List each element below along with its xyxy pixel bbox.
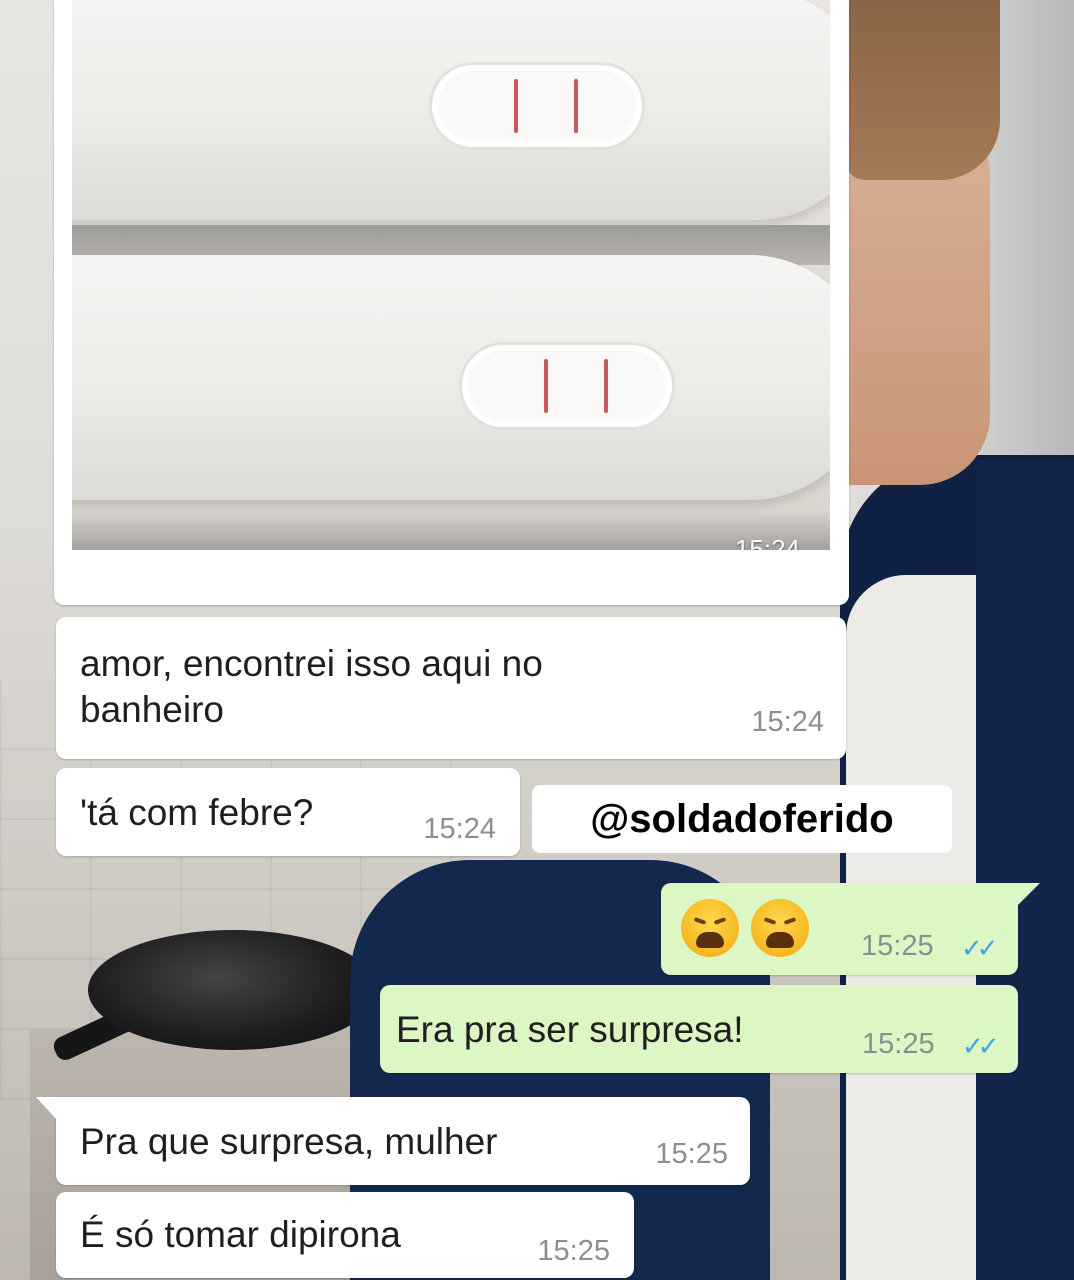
image-message[interactable]: 15:24 [54, 0, 849, 605]
test-line [544, 359, 548, 413]
weary-face-icon [681, 899, 739, 957]
test-line [514, 79, 518, 133]
message-timestamp: 15:24 [423, 813, 496, 845]
message-text-line: amor, encontrei isso aqui no [80, 643, 543, 684]
message-timestamp: 15:25 [537, 1235, 610, 1267]
message-bubble-incoming[interactable]: amor, encontrei isso aqui no banheiro 15… [56, 617, 846, 759]
message-text: Era pra ser surpresa! [396, 1009, 744, 1050]
bubble-tail [1018, 883, 1040, 905]
message-timestamp: 15:24 [751, 706, 824, 738]
message-text: É só tomar dipirona [80, 1214, 401, 1255]
person-hair [845, 0, 1000, 180]
result-window-1 [432, 65, 642, 147]
message-bubble-incoming[interactable]: É só tomar dipirona 15:25 [56, 1192, 634, 1278]
pregnancy-test-2 [72, 255, 830, 500]
person-sleeve [976, 460, 1074, 1280]
message-bubble-outgoing[interactable]: Era pra ser surpresa! 15:25 ✓✓ [380, 985, 1018, 1073]
control-line [604, 359, 608, 413]
message-timestamp: 15:25 [861, 930, 934, 962]
message-text: 'tá com febre? [80, 792, 314, 833]
message-timestamp: 15:25 [655, 1138, 728, 1170]
message-timestamp: 15:25 [862, 1028, 935, 1060]
watermark-handle: @soldadoferido [532, 785, 952, 853]
message-bubble-outgoing[interactable]: 15:25 ✓✓ [661, 883, 1018, 975]
message-text-line: banheiro [80, 689, 225, 730]
read-receipt-icon: ✓✓ [962, 1031, 999, 1061]
photo-shadow [72, 510, 830, 550]
message-text: Pra que surpresa, mulher [80, 1121, 498, 1162]
control-line [574, 79, 578, 133]
message-bubble-incoming[interactable]: Pra que surpresa, mulher 15:25 [56, 1097, 750, 1185]
weary-face-icon [751, 899, 809, 957]
read-receipt-icon: ✓✓ [961, 933, 998, 963]
pregnancy-test-photo[interactable]: 15:24 [72, 0, 830, 550]
message-bubble-incoming[interactable]: 'tá com febre? 15:24 [56, 768, 520, 856]
result-window-2 [462, 345, 672, 427]
image-timestamp: 15:24 [734, 534, 800, 550]
message-text: amor, encontrei isso aqui no banheiro [80, 641, 543, 733]
bubble-tail [36, 1097, 56, 1119]
frying-pan [88, 930, 378, 1050]
